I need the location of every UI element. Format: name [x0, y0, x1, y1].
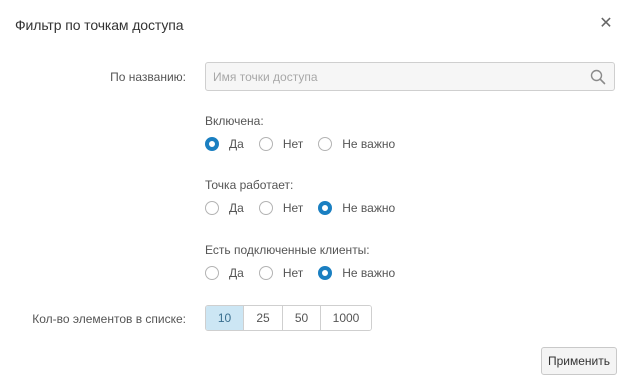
- radio-label: Не важно: [342, 137, 396, 151]
- radio-label: Не важно: [342, 266, 396, 280]
- radio-label: Да: [229, 266, 244, 280]
- working-label: Точка работает:: [205, 178, 294, 192]
- radio-label: Нет: [282, 201, 304, 215]
- name-filter-label: По названию:: [110, 70, 186, 84]
- radio-circle[interactable]: [318, 137, 333, 151]
- clients-radio-group: Да Нет Не важно: [205, 265, 410, 281]
- radio-circle[interactable]: [205, 201, 219, 215]
- enabled-label: Включена:: [205, 114, 264, 128]
- radio-label: Да: [229, 201, 244, 215]
- radio-circle[interactable]: [258, 201, 273, 215]
- dialog-title: Фильтр по точкам доступа: [15, 17, 184, 33]
- clients-radio-no[interactable]: Нет: [258, 266, 304, 280]
- close-icon[interactable]: ✕: [598, 16, 614, 32]
- apply-button[interactable]: Применить: [541, 347, 617, 375]
- working-radio-group: Да Нет Не важно: [205, 200, 410, 216]
- radio-circle[interactable]: [318, 201, 333, 215]
- radio-label: Да: [229, 137, 244, 151]
- radio-circle[interactable]: [258, 266, 273, 280]
- radio-label: Нет: [282, 137, 304, 151]
- search-box: [205, 62, 615, 91]
- page-size-option-25[interactable]: 25: [244, 306, 283, 330]
- search-input[interactable]: [206, 63, 590, 90]
- enabled-radio-yes[interactable]: Да: [205, 137, 244, 151]
- search-icon[interactable]: [590, 69, 606, 85]
- page-size-option-1000[interactable]: 1000: [321, 306, 371, 330]
- radio-label: Нет: [282, 266, 304, 280]
- filter-dialog: Фильтр по точкам доступа ✕ По названию: …: [0, 0, 631, 389]
- clients-label: Есть подключенные клиенты:: [205, 243, 370, 257]
- radio-label: Не важно: [342, 201, 396, 215]
- working-radio-no[interactable]: Нет: [258, 201, 304, 215]
- working-radio-any[interactable]: Не важно: [318, 201, 395, 215]
- radio-circle[interactable]: [205, 137, 219, 151]
- page-size-label: Кол-во элементов в списке:: [32, 312, 186, 326]
- clients-radio-yes[interactable]: Да: [205, 266, 244, 280]
- radio-circle[interactable]: [205, 266, 219, 280]
- enabled-radio-any[interactable]: Не важно: [318, 137, 395, 151]
- page-size-option-10[interactable]: 10: [206, 306, 244, 330]
- page-size-option-50[interactable]: 50: [283, 306, 321, 330]
- clients-radio-any[interactable]: Не важно: [318, 266, 395, 280]
- radio-circle[interactable]: [318, 266, 333, 280]
- working-radio-yes[interactable]: Да: [205, 201, 244, 215]
- enabled-radio-group: Да Нет Не важно: [205, 136, 410, 152]
- enabled-radio-no[interactable]: Нет: [258, 137, 304, 151]
- radio-circle[interactable]: [258, 137, 273, 151]
- page-size-selector: 10 25 50 1000: [205, 305, 372, 331]
